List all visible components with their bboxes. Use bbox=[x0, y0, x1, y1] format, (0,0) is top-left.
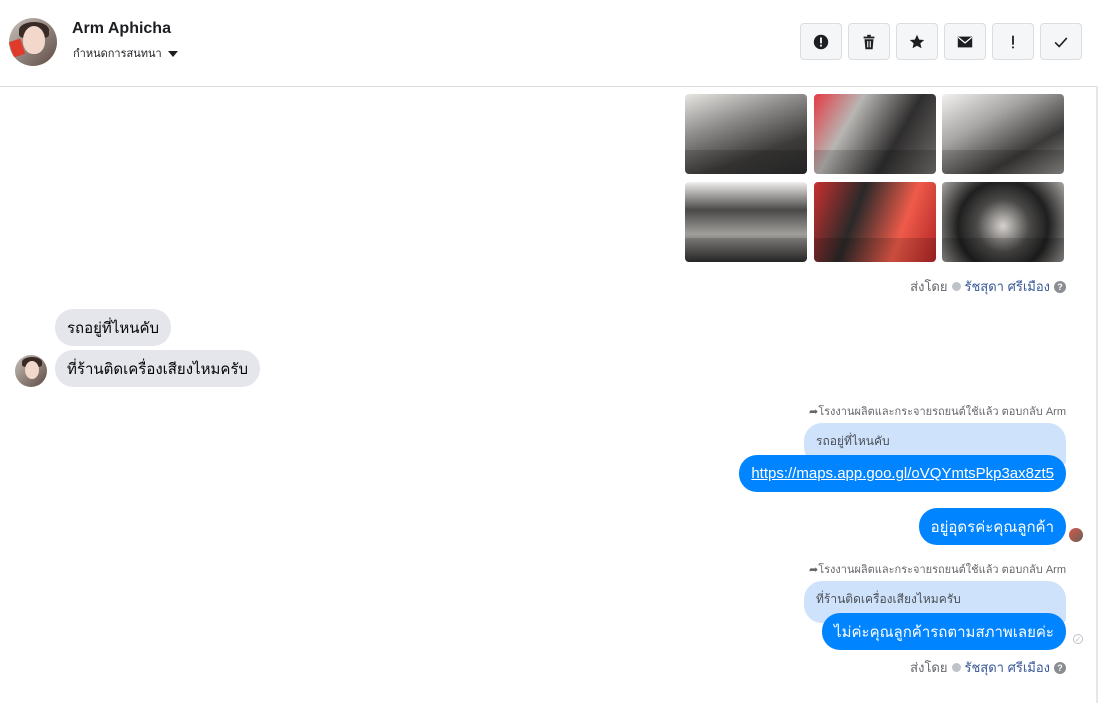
star-icon bbox=[909, 34, 925, 48]
contact-avatar[interactable] bbox=[9, 18, 57, 66]
follow-up-button[interactable] bbox=[992, 23, 1034, 60]
contact-name[interactable]: Arm Aphicha bbox=[72, 20, 171, 38]
reply-context: ➦โรงงานผลิตและกระจายรถยนต์ใช้แล้ว ตอบกลั… bbox=[809, 406, 1066, 418]
verified-dot-icon bbox=[951, 282, 961, 291]
contact-avatar bbox=[15, 355, 47, 387]
outgoing-message[interactable]: ไม่ค่ะคุณลูกค้ารถตามสภาพเลยค่ะ bbox=[822, 613, 1066, 650]
incoming-message[interactable]: รถอยู่ที่ไหนคับ bbox=[55, 309, 172, 346]
check-icon bbox=[1054, 36, 1068, 48]
caret-down-icon bbox=[167, 50, 178, 57]
alert-button[interactable] bbox=[800, 23, 842, 60]
outgoing-message[interactable]: https://maps.app.goo.gl/oVQYmtsPkp3ax8zt… bbox=[739, 455, 1066, 492]
car-photo[interactable] bbox=[685, 94, 807, 174]
sent-by-label: ส่งโดย รัชสุดา ศรีเมือง ? bbox=[910, 276, 1066, 297]
mark-done-button[interactable] bbox=[1040, 23, 1082, 60]
mark-unread-button[interactable] bbox=[944, 23, 986, 60]
sender-name[interactable]: รัชสุดา ศรีเมือง bbox=[965, 276, 1051, 297]
photo-grid bbox=[685, 94, 1065, 263]
assign-label: กำหนดการสนทนา bbox=[73, 48, 162, 60]
sent-check-icon: ✓ bbox=[1073, 634, 1083, 644]
car-photo[interactable] bbox=[814, 182, 936, 262]
verified-dot-icon bbox=[951, 663, 961, 672]
sender-name[interactable]: รัชสุดา ศรีเมือง bbox=[965, 657, 1051, 678]
envelope-icon bbox=[957, 36, 973, 47]
map-link[interactable]: https://maps.app.goo.gl/oVQYmtsPkp3ax8zt… bbox=[751, 465, 1054, 482]
assign-conversation-dropdown[interactable]: กำหนดการสนทนา bbox=[73, 44, 178, 62]
conversation-header: Arm Aphicha กำหนดการสนทนา bbox=[0, 0, 1098, 87]
reply-arrow-icon: ➦ bbox=[809, 564, 819, 576]
exclamation-icon bbox=[1012, 35, 1014, 48]
car-photo[interactable] bbox=[685, 182, 807, 262]
incoming-message[interactable]: ที่ร้านติดเครื่องเสียงไหมครับ bbox=[55, 350, 260, 387]
car-photo[interactable] bbox=[942, 182, 1064, 262]
help-icon[interactable]: ? bbox=[1054, 661, 1066, 674]
star-button[interactable] bbox=[896, 23, 938, 60]
seen-avatar bbox=[1069, 528, 1083, 542]
sent-by-label: ส่งโดย รัชสุดา ศรีเมือง ? bbox=[910, 657, 1066, 678]
car-photo[interactable] bbox=[942, 94, 1064, 174]
alert-circle-icon bbox=[813, 34, 829, 49]
reply-context: ➦โรงงานผลิตและกระจายรถยนต์ใช้แล้ว ตอบกลั… bbox=[809, 564, 1066, 576]
outgoing-message[interactable]: อยู่อุดรค่ะคุณลูกค้า bbox=[918, 508, 1066, 545]
trash-icon bbox=[863, 34, 875, 49]
toolbar bbox=[800, 23, 1082, 60]
car-photo[interactable] bbox=[814, 94, 936, 174]
reply-arrow-icon: ➦ bbox=[809, 406, 819, 418]
delete-button[interactable] bbox=[848, 23, 890, 60]
help-icon[interactable]: ? bbox=[1054, 280, 1066, 293]
